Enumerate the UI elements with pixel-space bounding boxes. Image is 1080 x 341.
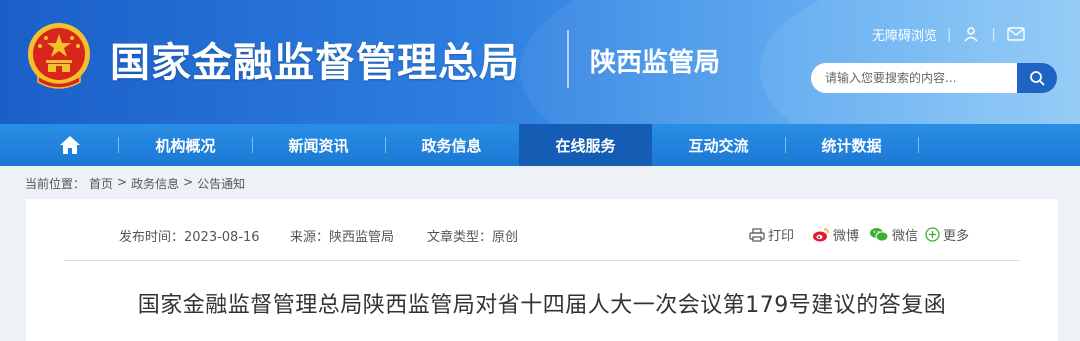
nav-home[interactable] — [50, 124, 90, 166]
share-more-button[interactable]: 更多 — [925, 225, 969, 244]
header-divider — [567, 30, 569, 88]
search-button[interactable] — [1017, 63, 1057, 93]
nav-item-interaction[interactable]: 互动交流 — [652, 124, 785, 166]
print-label: 打印 — [768, 229, 795, 244]
main-nav: 机构概况 新闻资讯 政务信息 在线服务 互动交流 统计数据 — [0, 124, 1080, 166]
breadcrumb-prefix: 当前位置： — [25, 177, 86, 191]
wechat-icon — [870, 228, 889, 242]
breadcrumb-home[interactable]: 首页 — [89, 175, 113, 192]
article-type: 文章类型：原创 — [427, 230, 519, 245]
search-icon — [1030, 71, 1045, 86]
article-title: 国家金融监督管理总局陕西监管局对省十四届人大一次会议第179号建议的答复函 — [137, 293, 947, 318]
meta-divider — [64, 260, 1020, 261]
nav-item-statistics[interactable]: 统计数据 — [785, 124, 918, 166]
weibo-icon — [813, 228, 829, 242]
more-label: 更多 — [943, 229, 970, 244]
top-link-separator: | — [947, 26, 952, 42]
nav-item-org-overview[interactable]: 机构概况 — [119, 124, 252, 166]
national-emblem-icon — [28, 23, 90, 89]
home-icon — [60, 136, 80, 154]
nav-item-online-services[interactable]: 在线服务 — [519, 124, 652, 166]
mail-icon[interactable] — [1006, 25, 1026, 43]
plus-circle-icon — [925, 227, 940, 242]
wechat-label: 微信 — [892, 229, 919, 244]
share-weibo-button[interactable]: 微博 — [812, 225, 859, 244]
breadcrumb: 当前位置： 首页 > 政务信息 > 公告通知 — [25, 175, 245, 192]
org-name: 国家金融监督管理总局 — [110, 40, 520, 86]
publish-time: 发布时间：2023-08-16 — [119, 230, 260, 245]
nav-item-news[interactable]: 新闻资讯 — [252, 124, 385, 166]
breadcrumb-separator: > — [117, 175, 128, 189]
top-link-separator: | — [991, 26, 996, 42]
printer-icon — [749, 227, 765, 242]
search-input[interactable] — [811, 63, 1016, 93]
header-decoration — [760, 0, 1080, 124]
breadcrumb-announcements[interactable]: 公告通知 — [197, 175, 245, 192]
nav-item-government-info[interactable]: 政务信息 — [385, 124, 518, 166]
site-header: 国家金融监督管理总局 陕西监管局 无障碍浏览 | | — [0, 0, 1080, 124]
user-icon[interactable] — [961, 25, 981, 43]
top-links: 无障碍浏览 | | — [872, 24, 1026, 44]
breadcrumb-separator: > — [183, 175, 194, 189]
weibo-label: 微博 — [833, 229, 860, 244]
search-box — [811, 63, 1057, 93]
article-source: 来源：陕西监管局 — [290, 230, 395, 245]
branch-name: 陕西监管局 — [590, 48, 721, 78]
print-button[interactable]: 打印 — [749, 225, 794, 244]
article-card: 发布时间：2023-08-16 来源：陕西监管局 文章类型：原创 打印 微博 微… — [26, 199, 1058, 341]
nav-separator — [918, 137, 919, 153]
accessible-browse-link[interactable]: 无障碍浏览 — [872, 25, 937, 44]
share-wechat-button[interactable]: 微信 — [869, 225, 918, 244]
breadcrumb-government-info[interactable]: 政务信息 — [131, 175, 179, 192]
